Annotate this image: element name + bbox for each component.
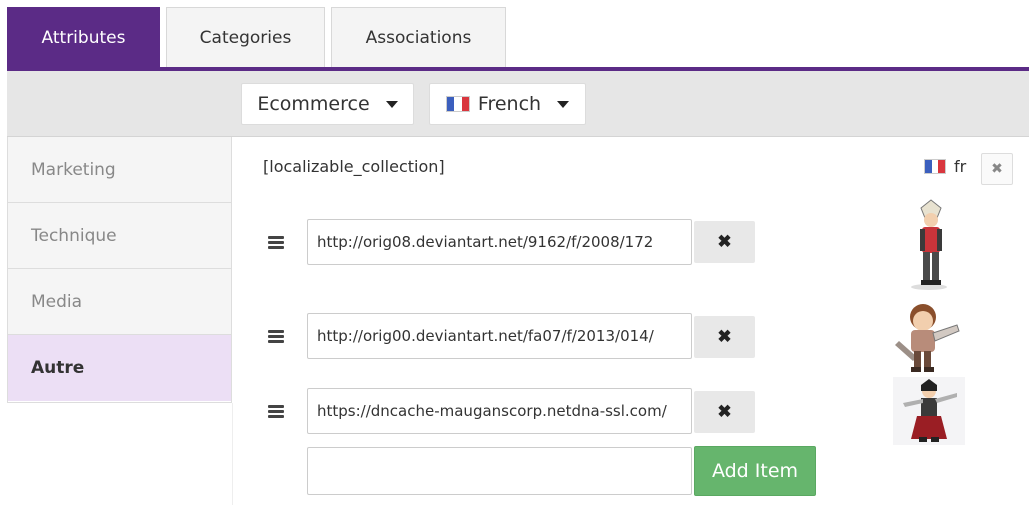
drag-handle-icon[interactable] — [268, 405, 284, 418]
attribute-group-sidebar: Marketing Technique Media Autre — [7, 137, 232, 403]
collection-item-input[interactable] — [307, 219, 692, 265]
locale-label: French — [477, 93, 542, 115]
item-thumbnail — [893, 377, 965, 445]
tab-associations[interactable]: Associations — [331, 7, 506, 67]
sidebar-item-marketing[interactable]: Marketing — [8, 137, 231, 203]
field-label: [localizable_collection] — [263, 157, 445, 176]
collection-item-input[interactable] — [307, 313, 692, 359]
drag-handle-icon[interactable] — [268, 330, 284, 343]
sidebar-item-autre[interactable]: Autre — [8, 335, 231, 401]
close-icon: ✖ — [991, 161, 1003, 177]
close-icon: ✖ — [717, 402, 732, 421]
collection-item-input[interactable] — [307, 388, 692, 434]
scope-label: Ecommerce — [257, 93, 370, 115]
tab-attributes[interactable]: Attributes — [7, 7, 160, 67]
fr-flag-icon — [924, 159, 946, 174]
field-locale: fr — [924, 157, 966, 176]
caret-down-icon — [385, 100, 398, 108]
close-icon: ✖ — [717, 327, 732, 346]
sidebar-item-media[interactable]: Media — [8, 269, 231, 335]
new-item-input[interactable] — [307, 447, 692, 495]
caret-down-icon — [557, 100, 570, 108]
fr-flag-icon — [445, 96, 470, 112]
drag-handle-icon[interactable] — [268, 236, 284, 249]
locale-code: fr — [954, 157, 967, 176]
remove-item-button[interactable]: ✖ — [694, 316, 755, 358]
remove-field-button[interactable]: ✖ — [981, 153, 1013, 185]
locale-dropdown[interactable]: French — [429, 83, 586, 125]
scope-bar: Ecommerce French — [7, 71, 1029, 137]
scope-dropdown[interactable]: Ecommerce — [241, 83, 414, 125]
divider — [232, 403, 233, 505]
item-thumbnail — [895, 304, 960, 372]
add-item-button[interactable]: Add Item — [694, 446, 816, 496]
remove-item-button[interactable]: ✖ — [694, 221, 755, 263]
close-icon: ✖ — [717, 232, 732, 251]
item-thumbnail — [911, 199, 947, 290]
remove-item-button[interactable]: ✖ — [694, 391, 755, 433]
sidebar-item-technique[interactable]: Technique — [8, 203, 231, 269]
tab-categories[interactable]: Categories — [166, 7, 325, 67]
